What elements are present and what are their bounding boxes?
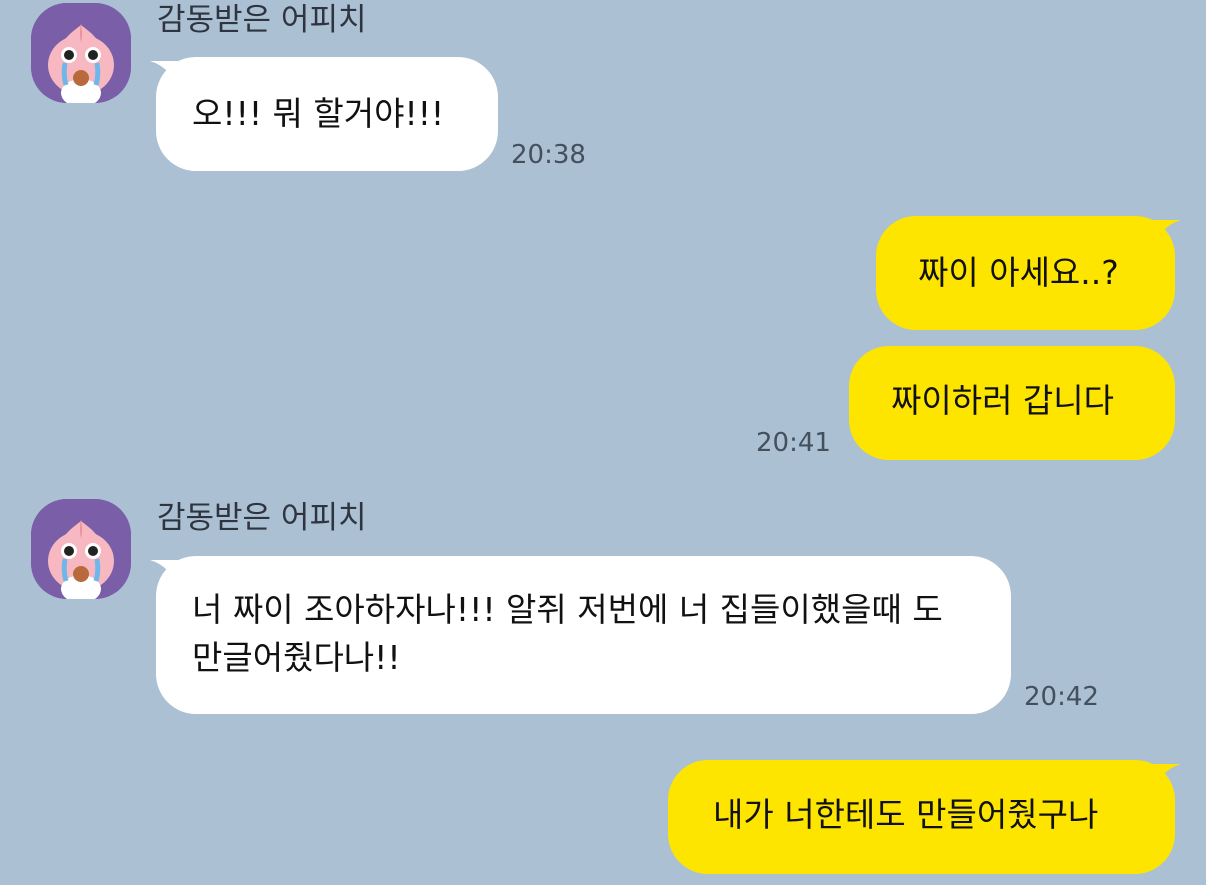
message-bubble[interactable]: 너 짜이 조아하자나!!! 알쥐 저번에 너 집들이했을때 도 만글어줬다나!! bbox=[156, 556, 1011, 714]
apeach-avatar-icon[interactable] bbox=[31, 499, 131, 599]
message-time: 20:38 bbox=[511, 140, 586, 170]
message-bubble[interactable]: 짜이하러 갑니다 bbox=[849, 346, 1175, 460]
message-time: 20:42 bbox=[1024, 682, 1099, 712]
message-text: 오!!! 뭐 할거야!!! bbox=[192, 94, 445, 133]
message-text: 짜이 아세요..? bbox=[918, 253, 1119, 292]
apeach-avatar-icon[interactable] bbox=[31, 3, 131, 103]
message-text: 내가 너한테도 만들어줬구나 bbox=[713, 795, 1099, 834]
message-text: 짜이하러 갑니다 bbox=[891, 381, 1115, 420]
sender-name: 감동받은 어피치 bbox=[157, 2, 367, 38]
message-text: 너 짜이 조아하자나!!! 알쥐 저번에 너 집들이했을때 도 만글어줬다나!! bbox=[192, 590, 943, 677]
message-bubble[interactable]: 짜이 아세요..? bbox=[876, 216, 1175, 330]
sender-name: 감동받은 어피치 bbox=[157, 500, 367, 536]
message-bubble[interactable]: 내가 너한테도 만들어줬구나 bbox=[668, 760, 1175, 874]
message-bubble[interactable]: 오!!! 뭐 할거야!!! bbox=[156, 57, 498, 171]
message-time: 20:41 bbox=[756, 428, 831, 458]
